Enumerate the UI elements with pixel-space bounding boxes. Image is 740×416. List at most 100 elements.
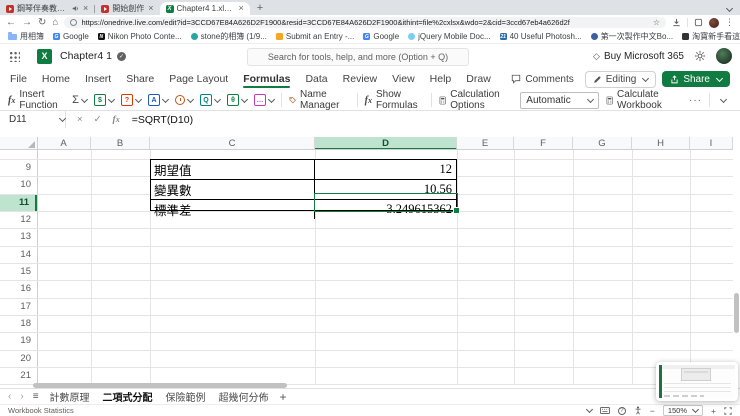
formula-input[interactable]: =SQRT(D10) [132,114,193,126]
cell-d9[interactable]: 12 [315,160,456,180]
bookmark-folder[interactable]: 用相簿 [8,31,44,42]
add-sheet-button[interactable]: + [280,390,287,404]
name-box[interactable]: D11 [0,111,66,128]
collapse-ribbon-chevron-icon[interactable] [719,95,728,103]
cell-d11[interactable]: 3.249615362 [315,200,456,219]
account-avatar[interactable] [716,48,732,64]
more-functions-dropdown[interactable]: … [253,94,276,106]
browser-tab-youtube-studio[interactable]: 開始創作 × [95,2,159,15]
extension-icon[interactable] [694,18,703,27]
fullscreen-icon[interactable] [724,406,732,415]
next-sheet-icon[interactable]: › [20,391,23,402]
cell-c11[interactable]: 標準差 [151,200,315,219]
text-functions-dropdown[interactable]: A [147,94,170,106]
ribbon-tab-home[interactable]: Home [42,69,70,89]
logical-functions-dropdown[interactable]: ? [120,94,143,106]
ribbon-overflow-button[interactable]: ··· [689,95,702,106]
row-header-10[interactable]: 10 [0,176,37,194]
spreadsheet-grid[interactable]: A B C D E F G H I 9 10 11 12 13 14 15 16… [0,128,740,388]
previous-sheet-icon[interactable]: ‹ [8,391,11,402]
row-header-11-selected[interactable]: 11 [0,194,37,211]
speaker-icon[interactable] [72,5,79,12]
row-header-16[interactable]: 16 [0,280,37,298]
keyboard-shortcuts-icon[interactable] [599,407,610,414]
excel-logo-icon[interactable]: X [37,48,52,64]
show-formulas-button[interactable]: fx Show Formulas [365,89,425,111]
bookmark[interactable]: 第一次製作中文Bo... [590,31,673,42]
row-header-20[interactable]: 20 [0,350,37,367]
row-header-18[interactable]: 18 [0,315,37,332]
row-header-19[interactable]: 19 [0,332,37,350]
bookmark[interactable]: stone的相簿 (1/9... [190,31,267,42]
bookmark[interactable]: G Google [53,32,89,41]
buy-microsoft-365-button[interactable]: ◇ Buy Microsoft 365 [593,51,684,62]
new-tab-button[interactable]: + [257,2,263,14]
bookmark[interactable]: Submit an Entry -... [275,32,354,41]
ribbon-tab-file[interactable]: File [10,69,27,89]
tab-search-chevron-icon[interactable] [725,4,734,13]
confirm-entry-icon[interactable]: ✓ [94,114,102,125]
editing-mode-dropdown[interactable]: Editing [584,70,657,88]
ribbon-tab-share[interactable]: Share [126,69,154,89]
close-tab-icon[interactable]: × [148,4,153,13]
all-sheets-menu-icon[interactable]: ≡ [33,391,39,402]
row-header-14[interactable]: 14 [0,246,37,263]
forward-icon[interactable]: → [22,17,32,28]
financial-functions-dropdown[interactable]: $ [93,94,116,106]
row-header-9[interactable]: 9 [0,159,37,176]
calculation-options-button[interactable]: Calculation Options [439,89,513,111]
calculate-workbook-button[interactable]: Calculate Workbook [606,89,682,111]
home-icon[interactable]: ⌂ [52,17,58,28]
status-chevron-icon[interactable] [585,405,593,414]
close-tab-icon[interactable]: × [239,4,244,13]
cell-c9[interactable]: 期望值 [151,160,315,180]
lookup-reference-functions-dropdown[interactable]: Q [199,94,222,106]
search-input[interactable]: Search for tools, help, and more (Option… [247,48,469,66]
bookmark[interactable]: 21 40 Useful Photosh... [499,32,582,41]
reload-icon[interactable]: ↻ [38,17,46,28]
browser-tab-youtube-video[interactable]: 鋼琴伴奏教法課 最快三天 × [0,2,94,15]
zoom-level-select[interactable]: 150% [662,405,704,416]
comments-button[interactable]: Comments [506,72,578,87]
bookmark[interactable]: jQuery Mobile Doc... [408,32,491,41]
accessibility-icon[interactable] [634,406,642,415]
back-icon[interactable]: ← [6,17,16,28]
close-tab-icon[interactable]: × [83,4,88,13]
browser-tab-excel-active[interactable]: X Chapter4 1.xlsx - Microsoft Excel × [159,2,250,15]
ribbon-tab-formulas[interactable]: Formulas [243,69,291,89]
zoom-in-button[interactable]: + [711,406,716,416]
bookmark[interactable]: N Nikon Photo Conte... [97,32,182,41]
row-header-13[interactable]: 13 [0,228,37,246]
calculation-mode-select[interactable]: Automatic [520,91,599,109]
ribbon-tab-view[interactable]: View [392,69,415,89]
browser-profile-avatar[interactable] [709,17,719,28]
row-header-15[interactable]: 15 [0,263,37,280]
browser-menu-icon[interactable]: ⋮ [725,17,734,28]
insert-function-button[interactable]: fx Insert Function [8,89,65,111]
settings-gear-icon[interactable] [694,50,706,62]
row-header-17[interactable]: 17 [0,298,37,315]
saved-status-icon[interactable]: ✓ [116,51,126,61]
ribbon-tab-draw[interactable]: Draw [466,69,491,89]
insert-function-fx-icon[interactable]: fx [113,115,120,125]
share-button[interactable]: Share [662,71,730,87]
help-icon[interactable]: ? [617,406,626,415]
ribbon-tab-insert[interactable]: Insert [85,69,111,89]
vertical-scrollbar-thumb[interactable] [734,293,739,333]
date-time-functions-dropdown[interactable] [174,95,195,105]
cancel-entry-icon[interactable]: × [77,114,83,125]
bookmark[interactable]: G Google [363,32,399,41]
address-bar[interactable]: https://onedrive.live.com/edit?id=3CCD67… [64,17,666,28]
autosum-dropdown[interactable]: Σ [72,94,89,106]
workbook-statistics-button[interactable]: Workbook Statistics [8,406,74,415]
bookmark-star-icon[interactable]: ☆ [653,18,660,27]
row-header-21[interactable]: 21 [0,367,37,384]
name-manager-button[interactable]: Name Manager [289,89,350,111]
ribbon-tab-data[interactable]: Data [305,69,327,89]
ribbon-tab-page-layout[interactable]: Page Layout [169,69,228,89]
ribbon-tab-review[interactable]: Review [343,69,377,89]
zoom-out-button[interactable]: − [650,406,655,416]
download-icon[interactable] [672,18,681,27]
app-launcher-icon[interactable] [9,50,20,62]
cell-d10[interactable]: 10.56 [315,180,456,200]
